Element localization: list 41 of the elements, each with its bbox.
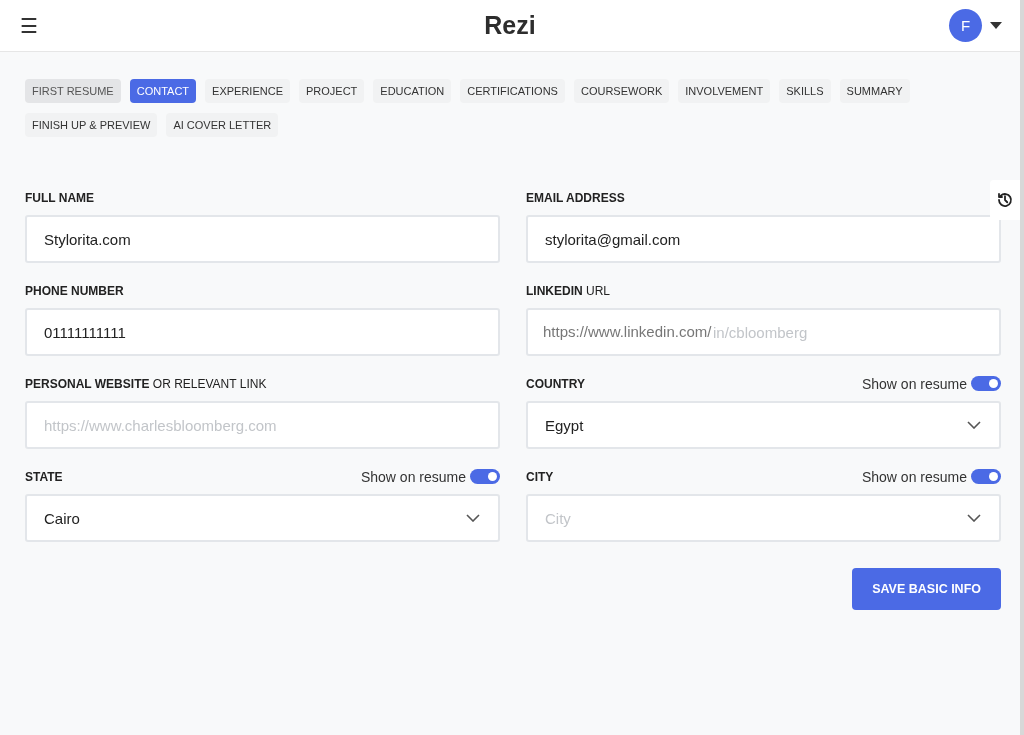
chevron-down-icon bbox=[967, 421, 981, 429]
dropdown-field[interactable]: Cairo bbox=[25, 494, 500, 542]
section-tab[interactable]: AI COVER LETTER bbox=[166, 113, 279, 137]
section-tab[interactable]: FIRST RESUME bbox=[25, 79, 121, 103]
chevron-down-icon bbox=[466, 514, 480, 522]
field-label: PHONE NUMBER bbox=[25, 283, 124, 298]
caret-icon[interactable] bbox=[990, 22, 1002, 29]
input-field[interactable]: stylorita@gmail.com bbox=[526, 215, 1001, 263]
field-label: COUNTRY bbox=[526, 376, 585, 391]
section-tab[interactable]: FINISH UP & PREVIEW bbox=[25, 113, 158, 137]
field-label: FULL NAME bbox=[25, 190, 95, 205]
logo: Rezi bbox=[484, 11, 536, 40]
toggle-label: Show on resume bbox=[360, 469, 466, 485]
avatar[interactable]: F bbox=[949, 9, 982, 42]
field-label: EMAIL ADDRESS bbox=[526, 190, 625, 205]
input-field[interactable]: https://www.charlesbloomberg.com bbox=[25, 401, 500, 449]
section-tab[interactable]: CONTACT bbox=[129, 79, 197, 103]
section-tab[interactable]: SUMMARY bbox=[839, 79, 910, 103]
history-icon[interactable] bbox=[990, 180, 1020, 220]
input-field[interactable]: Stylorita.com bbox=[25, 215, 500, 263]
section-tab[interactable]: EXPERIENCE bbox=[205, 79, 290, 103]
field-label: CITY bbox=[526, 469, 554, 484]
field-label: LINKEDIN URL bbox=[526, 283, 610, 298]
section-tab[interactable]: CERTIFICATIONS bbox=[460, 79, 565, 103]
toggle-label: Show on resume bbox=[861, 376, 967, 392]
section-tab[interactable]: SKILLS bbox=[779, 79, 831, 103]
toggle-switch[interactable] bbox=[470, 469, 500, 484]
input-field[interactable]: 01111111111 bbox=[25, 308, 500, 356]
url-prefix: https://www.linkedin.com/ bbox=[543, 323, 712, 340]
save-button[interactable]: SAVE BASIC INFO bbox=[852, 568, 1001, 610]
field-label: STATE bbox=[25, 469, 63, 484]
chevron-down-icon bbox=[967, 514, 981, 522]
toggle-label: Show on resume bbox=[861, 469, 967, 485]
dropdown-field[interactable]: Egypt bbox=[526, 401, 1001, 449]
field-label: PERSONAL WEBSITE OR RELEVANT LINK bbox=[25, 376, 267, 391]
section-tab[interactable]: EDUCATION bbox=[373, 79, 452, 103]
section-tab[interactable]: COURSEWORK bbox=[573, 79, 670, 103]
toggle-switch[interactable] bbox=[971, 376, 1001, 391]
section-tab[interactable]: INVOLVEMENT bbox=[678, 79, 771, 103]
toggle-switch[interactable] bbox=[971, 469, 1001, 484]
section-tab[interactable]: PROJECT bbox=[299, 79, 365, 103]
